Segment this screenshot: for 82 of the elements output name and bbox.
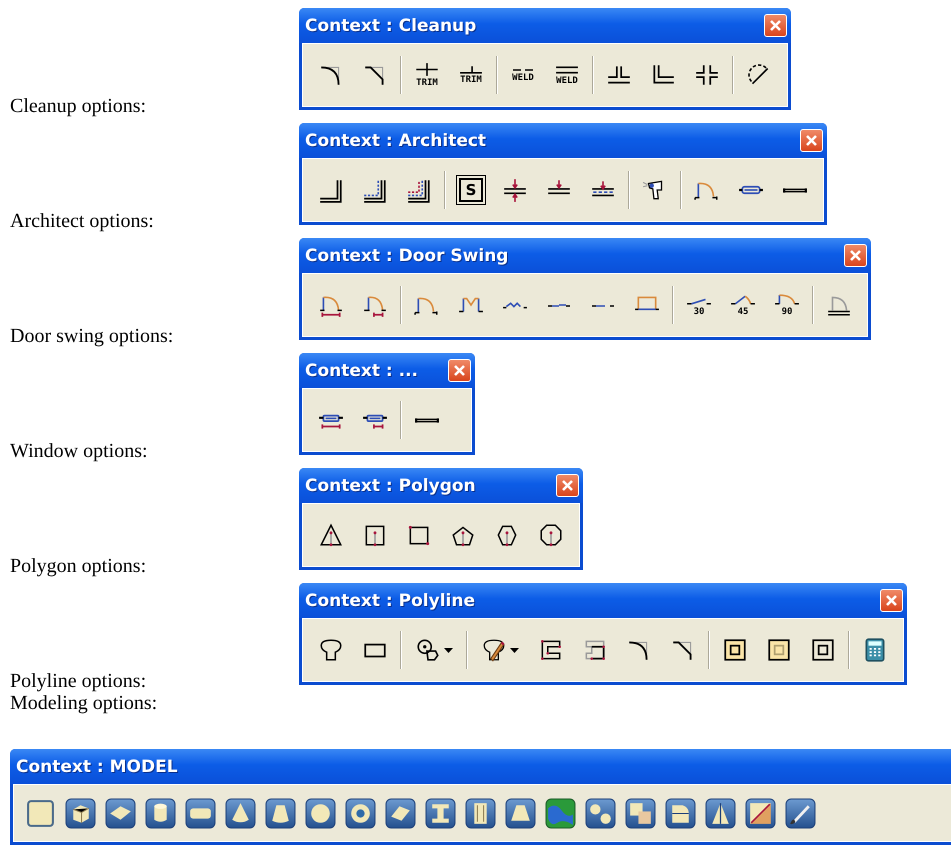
sliding-door-icon: [546, 304, 572, 306]
column-icon: [464, 798, 496, 828]
door-opening-icon: [590, 304, 616, 306]
close-button[interactable]: [880, 589, 903, 612]
tool-button[interactable]: S: [449, 169, 493, 211]
close-icon: [561, 479, 574, 492]
wall-opening-icon: [414, 416, 440, 424]
tool-button[interactable]: 90: [765, 284, 809, 326]
icon-caption: WELD: [556, 76, 578, 86]
toolbar-title: Context : Polygon: [305, 476, 476, 496]
close-button[interactable]: [448, 359, 472, 382]
close-icon: [885, 594, 898, 607]
tee-lines-icon: [459, 65, 483, 74]
close-button[interactable]: [844, 244, 867, 267]
options-label: Door swing options:: [10, 325, 174, 348]
pencil-outline-icon: [481, 637, 507, 663]
octagon-icon: [538, 522, 564, 548]
square-icon: [24, 798, 56, 828]
profile-icon: [664, 798, 696, 828]
nested-squares-icon: [810, 637, 836, 663]
revolve-icon: [704, 798, 736, 828]
options-label: Cleanup options:: [10, 95, 148, 118]
rounded-outline-icon: [318, 637, 344, 663]
overlapping-squares-icon: [624, 798, 656, 828]
cylinder-icon: [144, 798, 176, 828]
door-angle-icon: [774, 294, 800, 306]
horizontal-cylinder-icon: [184, 798, 216, 828]
icon-caption: 30: [694, 306, 704, 316]
toolbar-title: Context : Polyline: [305, 590, 475, 610]
icon-caption: TRIM: [416, 78, 438, 88]
tool-button[interactable]: WELD: [501, 54, 545, 96]
terrain-icon: [544, 798, 576, 828]
bracket-shape-icon: [538, 637, 564, 663]
toolbar-title: Context : Cleanup: [305, 16, 476, 36]
toolbar-title: Context : ...: [305, 360, 418, 380]
wall-arrows-icon: [502, 177, 528, 203]
close-button[interactable]: [556, 474, 579, 497]
icon-caption: 90: [782, 306, 792, 316]
options-label: Window options:: [10, 440, 149, 463]
tool-button[interactable]: 30: [677, 284, 721, 326]
toolbar-title: Context : MODEL: [16, 756, 178, 776]
options-label: Polyline options:: [10, 670, 148, 693]
double-line-icon: [555, 64, 579, 74]
close-icon: [805, 134, 818, 147]
cross-lines-icon: [415, 62, 439, 77]
folding-door-icon: [502, 302, 528, 308]
frustum-icon: [264, 798, 296, 828]
toolbar-title: Context : Architect: [305, 130, 486, 150]
sheet-icon: [384, 798, 416, 828]
wall-opening-icon: [782, 186, 808, 194]
door-angle-icon: [730, 294, 756, 306]
close-icon: [849, 249, 862, 262]
nested-squares-icon: [766, 637, 792, 663]
paintbrush-icon: [784, 798, 816, 828]
icon-caption: TRIM: [460, 75, 482, 85]
boxed-letter-icon: S: [459, 178, 483, 202]
tool-button[interactable]: WELD: [545, 54, 589, 96]
tool-button[interactable]: 45: [721, 284, 765, 326]
slab-icon: [104, 798, 136, 828]
icon-caption: WELD: [512, 72, 534, 82]
i-beam-icon: [424, 798, 456, 828]
close-button[interactable]: [800, 129, 823, 152]
torus-icon: [344, 798, 376, 828]
tool-button[interactable]: TRIM: [449, 54, 493, 96]
toolbar-title: Context : Door Swing: [305, 246, 508, 266]
cube-icon: [64, 798, 96, 828]
close-button[interactable]: [764, 14, 787, 37]
triangle-icon: [318, 522, 344, 548]
options-label: Polygon options:: [10, 555, 148, 578]
close-icon: [453, 364, 466, 377]
options-label: Modeling options:: [10, 692, 158, 715]
split-line-icon: [511, 68, 535, 72]
options-label: Architect options:: [10, 210, 155, 233]
icon-caption: 45: [738, 306, 748, 316]
extrude-icon: [744, 798, 776, 828]
close-icon: [769, 19, 782, 32]
cone-icon: [224, 798, 256, 828]
spheres-icon: [584, 798, 616, 828]
overlapping-shapes-icon: [415, 637, 441, 663]
pyramid-frustum-icon: [504, 798, 536, 828]
tool-button[interactable]: TRIM: [405, 54, 449, 96]
nested-squares-icon: [722, 637, 748, 663]
